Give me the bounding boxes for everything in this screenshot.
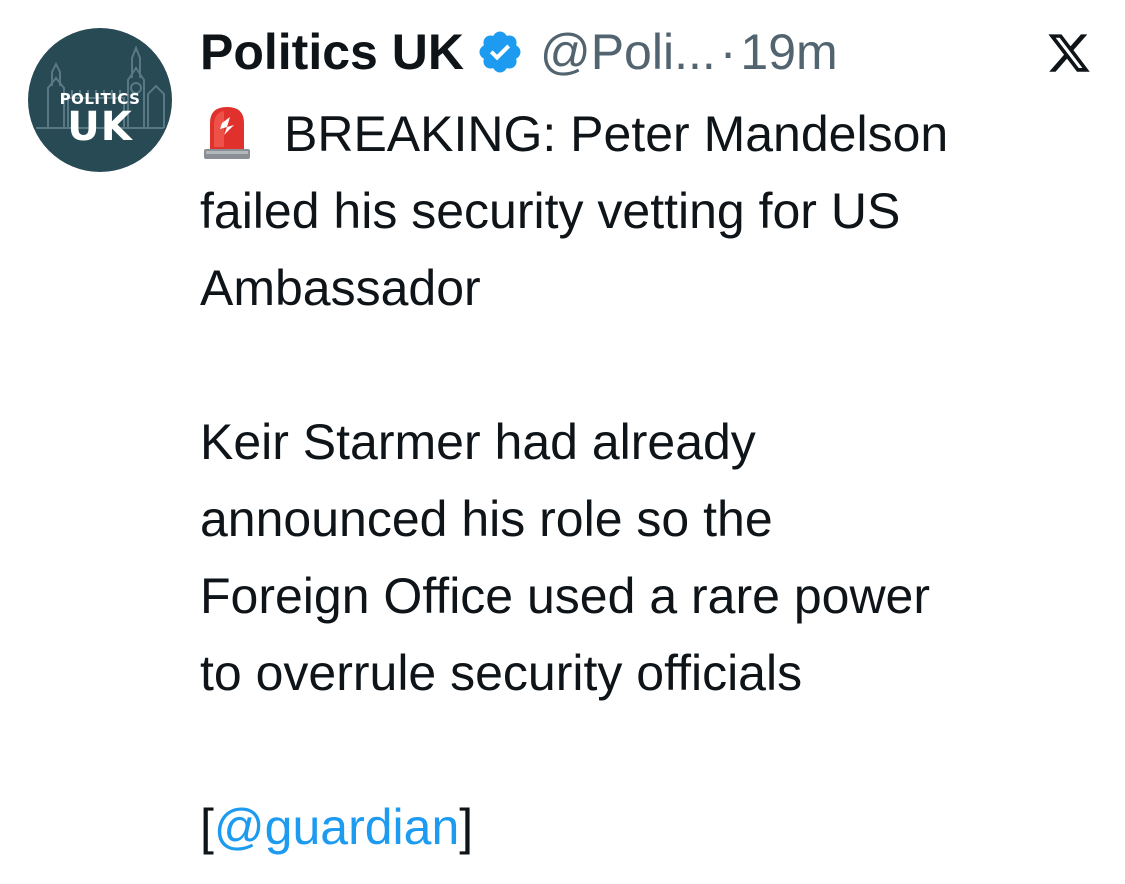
x-logo-icon[interactable]: [1044, 30, 1094, 76]
author-avatar[interactable]: POLITICS UK: [28, 28, 172, 172]
tweet-line-6: Foreign Office used a rare power: [200, 568, 931, 624]
tweet-line-1: BREAKING: Peter Mandelson: [200, 96, 1100, 173]
author-display-name[interactable]: Politics UK: [200, 23, 464, 81]
breaking-headline: BREAKING: Peter Mandelson: [284, 106, 949, 162]
tweet-timestamp[interactable]: 19m: [740, 23, 837, 81]
guardian-mention-link[interactable]: @guardian: [214, 799, 459, 855]
previous-content-clipped: ​: [0, 0, 1125, 12]
tweet-line-3: Ambassador: [200, 260, 481, 316]
police-light-emoji-icon: [204, 107, 250, 159]
verified-badge-icon: [479, 31, 521, 73]
tweet-line-4: Keir Starmer had already: [200, 414, 756, 470]
author-handle[interactable]: @Poli...: [540, 23, 716, 81]
tweet-line-5: announced his role so the: [200, 491, 773, 547]
tweet-line-2: failed his security vetting for US: [200, 183, 901, 239]
bracket-open: [: [200, 799, 214, 855]
bracket-close: ]: [459, 799, 474, 855]
tweet-line-7: to overrule security officials: [200, 645, 803, 701]
header-separator: ·: [719, 24, 737, 80]
tweet-text: BREAKING: Peter Mandelson failed his sec…: [200, 96, 1100, 866]
tweet-header: Politics UK @Poli... · 19m: [200, 20, 838, 84]
avatar-brand-big-text: UK: [67, 104, 133, 150]
source-attribution: [@guardian]: [200, 789, 1100, 866]
